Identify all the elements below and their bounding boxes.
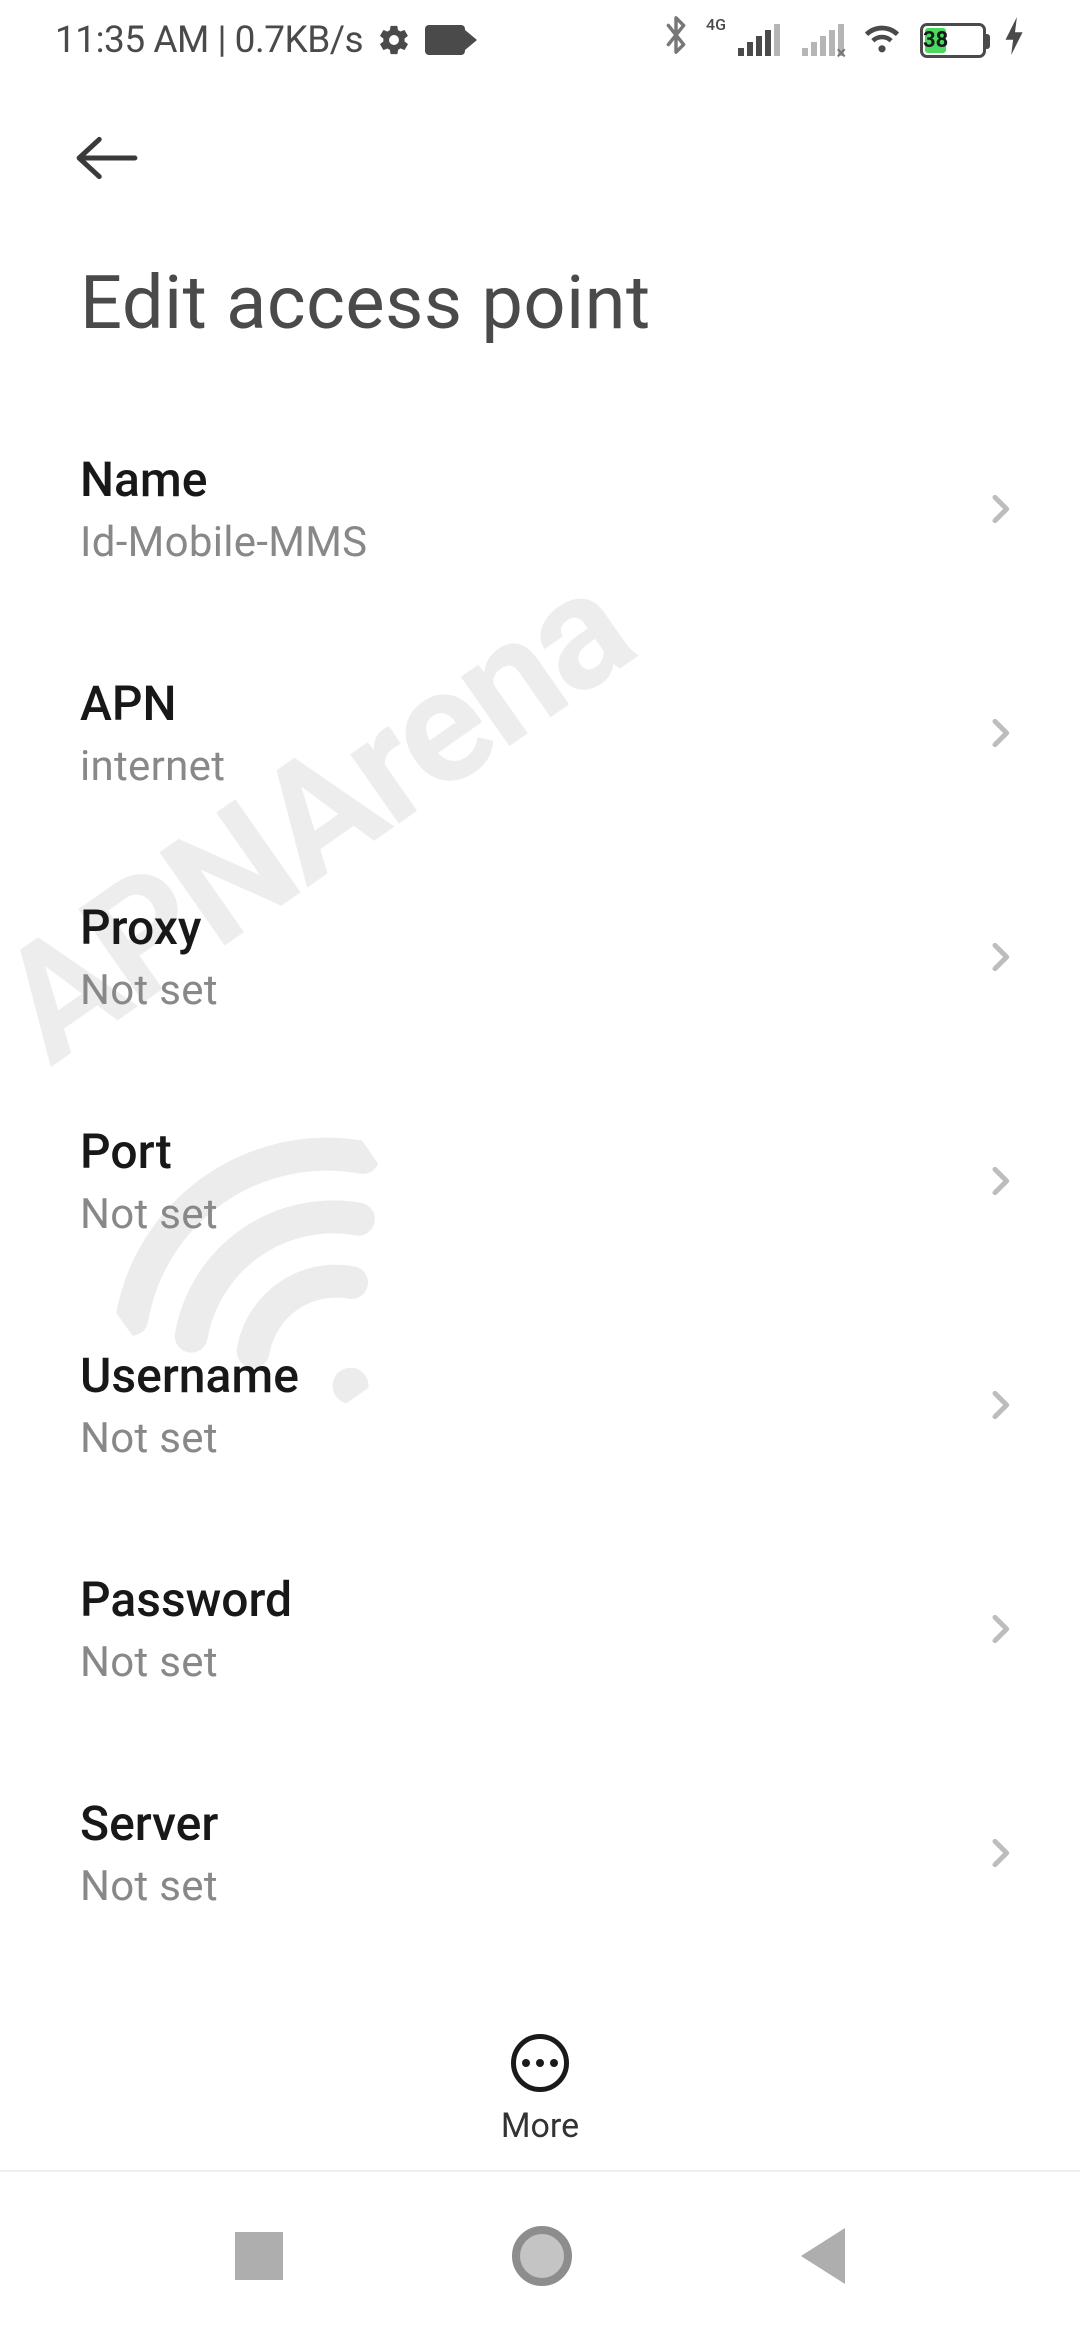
setting-proxy[interactable]: Proxy Not set (0, 845, 1080, 1069)
more-icon (511, 2034, 569, 2092)
setting-value: Not set (80, 1190, 980, 1239)
setting-name[interactable]: Name Id-Mobile-MMS (0, 397, 1080, 621)
arrow-left-icon (76, 136, 138, 180)
setting-value: internet (80, 742, 980, 791)
mobile-data-label: 4G (706, 15, 726, 34)
chevron-right-icon (980, 937, 1020, 977)
status-right: 4G × 38 (662, 14, 1025, 66)
settings-list: Name Id-Mobile-MMS APN internet Proxy No… (0, 397, 1080, 2287)
status-bar: 11:35 AM | 0.7KB/s 4G × 38 (0, 0, 1080, 80)
chevron-right-icon (980, 1385, 1020, 1425)
setting-server[interactable]: Server Not set (0, 1741, 1080, 1965)
chevron-right-icon (980, 489, 1020, 529)
setting-value: Not set (80, 966, 980, 1015)
setting-value: Not set (80, 1638, 980, 1687)
nav-home-button[interactable] (512, 2226, 572, 2286)
page-title: Edit access point (0, 220, 1080, 397)
chevron-right-icon (980, 1161, 1020, 1201)
setting-label: Server (80, 1795, 980, 1852)
setting-label: Port (80, 1123, 980, 1180)
setting-label: Username (80, 1347, 980, 1404)
status-time: 11:35 AM | 0.7KB/s (55, 19, 363, 62)
wifi-icon (860, 19, 904, 66)
chevron-right-icon (980, 1609, 1020, 1649)
charging-icon (1005, 17, 1025, 64)
setting-value: Not set (80, 1862, 980, 1911)
signal-2-icon: × (802, 24, 844, 56)
setting-value: Id-Mobile-MMS (80, 518, 980, 567)
setting-label: Password (80, 1571, 980, 1628)
setting-password[interactable]: Password Not set (0, 1517, 1080, 1741)
nav-recent-button[interactable] (235, 2232, 283, 2280)
setting-label: Name (80, 451, 980, 508)
setting-username[interactable]: Username Not set (0, 1293, 1080, 1517)
system-nav-bar (0, 2170, 1080, 2340)
setting-value: Not set (80, 1414, 980, 1463)
bluetooth-icon (662, 14, 690, 66)
setting-apn[interactable]: APN internet (0, 621, 1080, 845)
battery-icon: 38 (920, 23, 986, 58)
more-button[interactable]: More (0, 2010, 1080, 2170)
signal-1-icon (738, 24, 780, 56)
back-button[interactable] (75, 126, 139, 190)
camera-icon (425, 25, 465, 55)
nav-back-button[interactable] (801, 2228, 845, 2284)
status-left: 11:35 AM | 0.7KB/s (55, 19, 465, 62)
setting-label: APN (80, 675, 980, 732)
more-label: More (501, 2106, 579, 2146)
gear-icon (377, 23, 411, 57)
chevron-right-icon (980, 1833, 1020, 1873)
setting-label: Proxy (80, 899, 980, 956)
setting-port[interactable]: Port Not set (0, 1069, 1080, 1293)
chevron-right-icon (980, 713, 1020, 753)
back-row (0, 80, 1080, 220)
